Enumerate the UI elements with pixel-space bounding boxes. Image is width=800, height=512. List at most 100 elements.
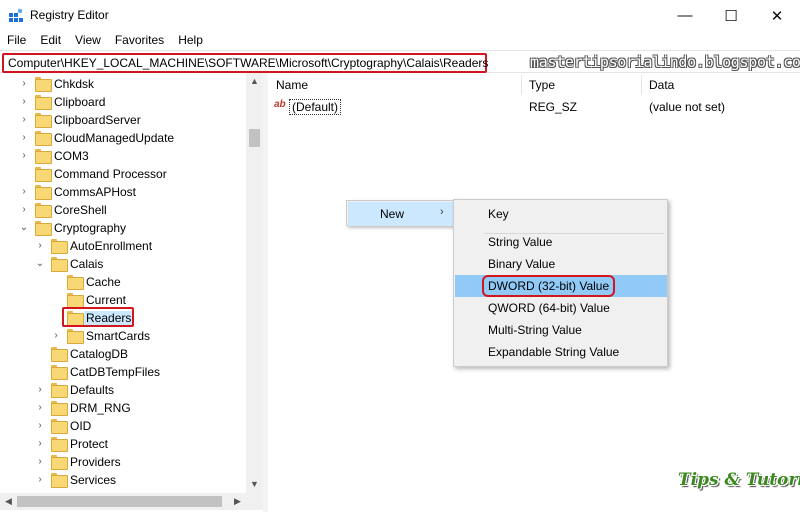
- tree-item[interactable]: › Services: [0, 471, 246, 489]
- submenu-item-string-value[interactable]: String Value: [455, 231, 667, 253]
- scroll-down-icon[interactable]: ▼: [246, 476, 263, 493]
- menu-bar: File Edit View Favorites Help: [0, 31, 800, 50]
- submenu-item-expandable-string-value[interactable]: Expandable String Value: [455, 341, 667, 363]
- folder-icon: [35, 149, 52, 164]
- tree-item[interactable]: › COM3: [0, 147, 246, 165]
- menu-view[interactable]: View: [68, 31, 108, 50]
- column-separator[interactable]: [641, 75, 642, 95]
- tree-item[interactable]: CatalogDB: [0, 345, 246, 363]
- submenu-item-label: Expandable String Value: [488, 345, 620, 359]
- folder-icon: [51, 239, 68, 254]
- chevron-right-icon[interactable]: ›: [35, 420, 45, 432]
- maximize-button[interactable]: ☐: [708, 0, 754, 31]
- submenu-item-multi-string-value[interactable]: Multi-String Value: [455, 319, 667, 341]
- tree-item[interactable]: › AutoEnrollment: [0, 237, 246, 255]
- chevron-right-icon[interactable]: ›: [19, 204, 29, 216]
- submenu-item-key[interactable]: Key: [455, 203, 667, 225]
- tree-item[interactable]: › Protect: [0, 435, 246, 453]
- folder-icon: [67, 293, 84, 308]
- chevron-right-icon[interactable]: ›: [19, 114, 29, 126]
- tree-item-label: CatalogDB: [70, 347, 129, 361]
- tree-item[interactable]: ⌄ Cryptography: [0, 219, 246, 237]
- tree-item[interactable]: › ClipboardServer: [0, 111, 246, 129]
- folder-icon: [51, 383, 68, 398]
- tree-item-label: Clipboard: [54, 95, 106, 109]
- tree-item[interactable]: CatDBTempFiles: [0, 363, 246, 381]
- chevron-right-icon[interactable]: ›: [35, 474, 45, 486]
- menu-file[interactable]: File: [0, 31, 33, 50]
- folder-icon: [51, 365, 68, 380]
- folder-icon: [51, 401, 68, 416]
- chevron-right-icon[interactable]: ›: [35, 384, 45, 396]
- chevron-right-icon[interactable]: ›: [51, 330, 61, 342]
- chevron-right-icon: ›: [440, 206, 444, 218]
- tree-item[interactable]: › CloudManagedUpdate: [0, 129, 246, 147]
- column-header-name[interactable]: Name: [276, 78, 308, 92]
- folder-icon: [51, 347, 68, 362]
- scroll-thumb[interactable]: [249, 129, 260, 147]
- tree-item-label: CommsAPHost: [54, 185, 137, 199]
- tree-item[interactable]: › OID: [0, 417, 246, 435]
- tree-item[interactable]: › SmartCards: [0, 327, 246, 345]
- tree-item[interactable]: › CommsAPHost: [0, 183, 246, 201]
- tree-item-label: Defaults: [70, 383, 115, 397]
- chevron-right-icon[interactable]: ›: [35, 402, 45, 414]
- tree-vertical-scrollbar[interactable]: ▲ ▼: [246, 73, 263, 493]
- context-menu: New ›: [346, 200, 454, 226]
- chevron-right-icon[interactable]: ›: [19, 132, 29, 144]
- address-input[interactable]: Computer\HKEY_LOCAL_MACHINE\SOFTWARE\Mic…: [2, 53, 488, 73]
- menu-edit[interactable]: Edit: [33, 31, 68, 50]
- tree-item[interactable]: › Providers: [0, 453, 246, 471]
- submenu-item-label: String Value: [488, 235, 553, 249]
- context-menu-new-label: New: [380, 207, 405, 221]
- tree-item[interactable]: › CoreShell: [0, 201, 246, 219]
- scroll-up-icon[interactable]: ▲: [246, 73, 263, 90]
- tree-item-label: DRM_RNG: [70, 401, 131, 415]
- tree-item-label: Protect: [70, 437, 109, 451]
- chevron-right-icon[interactable]: ›: [19, 150, 29, 162]
- submenu-item-binary-value[interactable]: Binary Value: [455, 253, 667, 275]
- watermark-text: mastertipsorialindo.blogspot.com: [530, 53, 800, 71]
- tree-item[interactable]: › Chkdsk: [0, 75, 246, 93]
- key-tree[interactable]: › Chkdsk › Clipboard › ClipboardServer › CloudM…: [0, 73, 263, 512]
- column-header-type[interactable]: Type: [529, 78, 555, 92]
- context-menu-new[interactable]: New ›: [348, 202, 454, 226]
- new-submenu: Key String Value Binary Value DWORD (32-…: [453, 199, 668, 367]
- close-button[interactable]: ✕: [754, 0, 800, 31]
- value-type: REG_SZ: [529, 100, 578, 114]
- chevron-right-icon[interactable]: ›: [35, 240, 45, 252]
- menu-favorites[interactable]: Favorites: [108, 31, 171, 50]
- scroll-thumb-horizontal[interactable]: [17, 496, 222, 507]
- submenu-item-label: Key: [488, 207, 509, 221]
- menu-help[interactable]: Help: [171, 31, 210, 50]
- chevron-right-icon[interactable]: ›: [19, 78, 29, 90]
- chevron-right-icon[interactable]: ›: [35, 456, 45, 468]
- chevron-right-icon[interactable]: ›: [19, 186, 29, 198]
- column-separator[interactable]: [521, 75, 522, 95]
- tree-item-label: Chkdsk: [54, 77, 95, 91]
- submenu-item-dword-value[interactable]: DWORD (32-bit) Value: [455, 275, 667, 297]
- tree-horizontal-scrollbar[interactable]: ◀ ▶: [0, 493, 263, 510]
- chevron-down-icon[interactable]: ⌄: [35, 258, 45, 270]
- scroll-right-icon[interactable]: ▶: [229, 493, 246, 510]
- tree-item[interactable]: › Defaults: [0, 381, 246, 399]
- tree-item[interactable]: Cache: [0, 273, 246, 291]
- scroll-left-icon[interactable]: ◀: [0, 493, 17, 510]
- tree-item[interactable]: ⌄ Calais: [0, 255, 246, 273]
- tree-item[interactable]: Command Processor: [0, 165, 246, 183]
- tree-item-label: COM3: [54, 149, 89, 163]
- column-header-data[interactable]: Data: [649, 78, 674, 92]
- minimize-button[interactable]: —: [662, 0, 708, 31]
- value-name[interactable]: (Default): [288, 99, 342, 115]
- submenu-item-label: DWORD (32-bit) Value: [481, 275, 616, 297]
- folder-icon: [35, 221, 52, 236]
- chevron-down-icon[interactable]: ⌄: [19, 222, 29, 234]
- tree-item-label: AutoEnrollment: [70, 239, 153, 253]
- chevron-right-icon[interactable]: ›: [35, 438, 45, 450]
- tree-item[interactable]: › DRM_RNG: [0, 399, 246, 417]
- tree-item-label: CloudManagedUpdate: [54, 131, 175, 145]
- tree-item[interactable]: › Clipboard: [0, 93, 246, 111]
- folder-icon: [51, 437, 68, 452]
- submenu-item-qword-value[interactable]: QWORD (64-bit) Value: [455, 297, 667, 319]
- chevron-right-icon[interactable]: ›: [19, 96, 29, 108]
